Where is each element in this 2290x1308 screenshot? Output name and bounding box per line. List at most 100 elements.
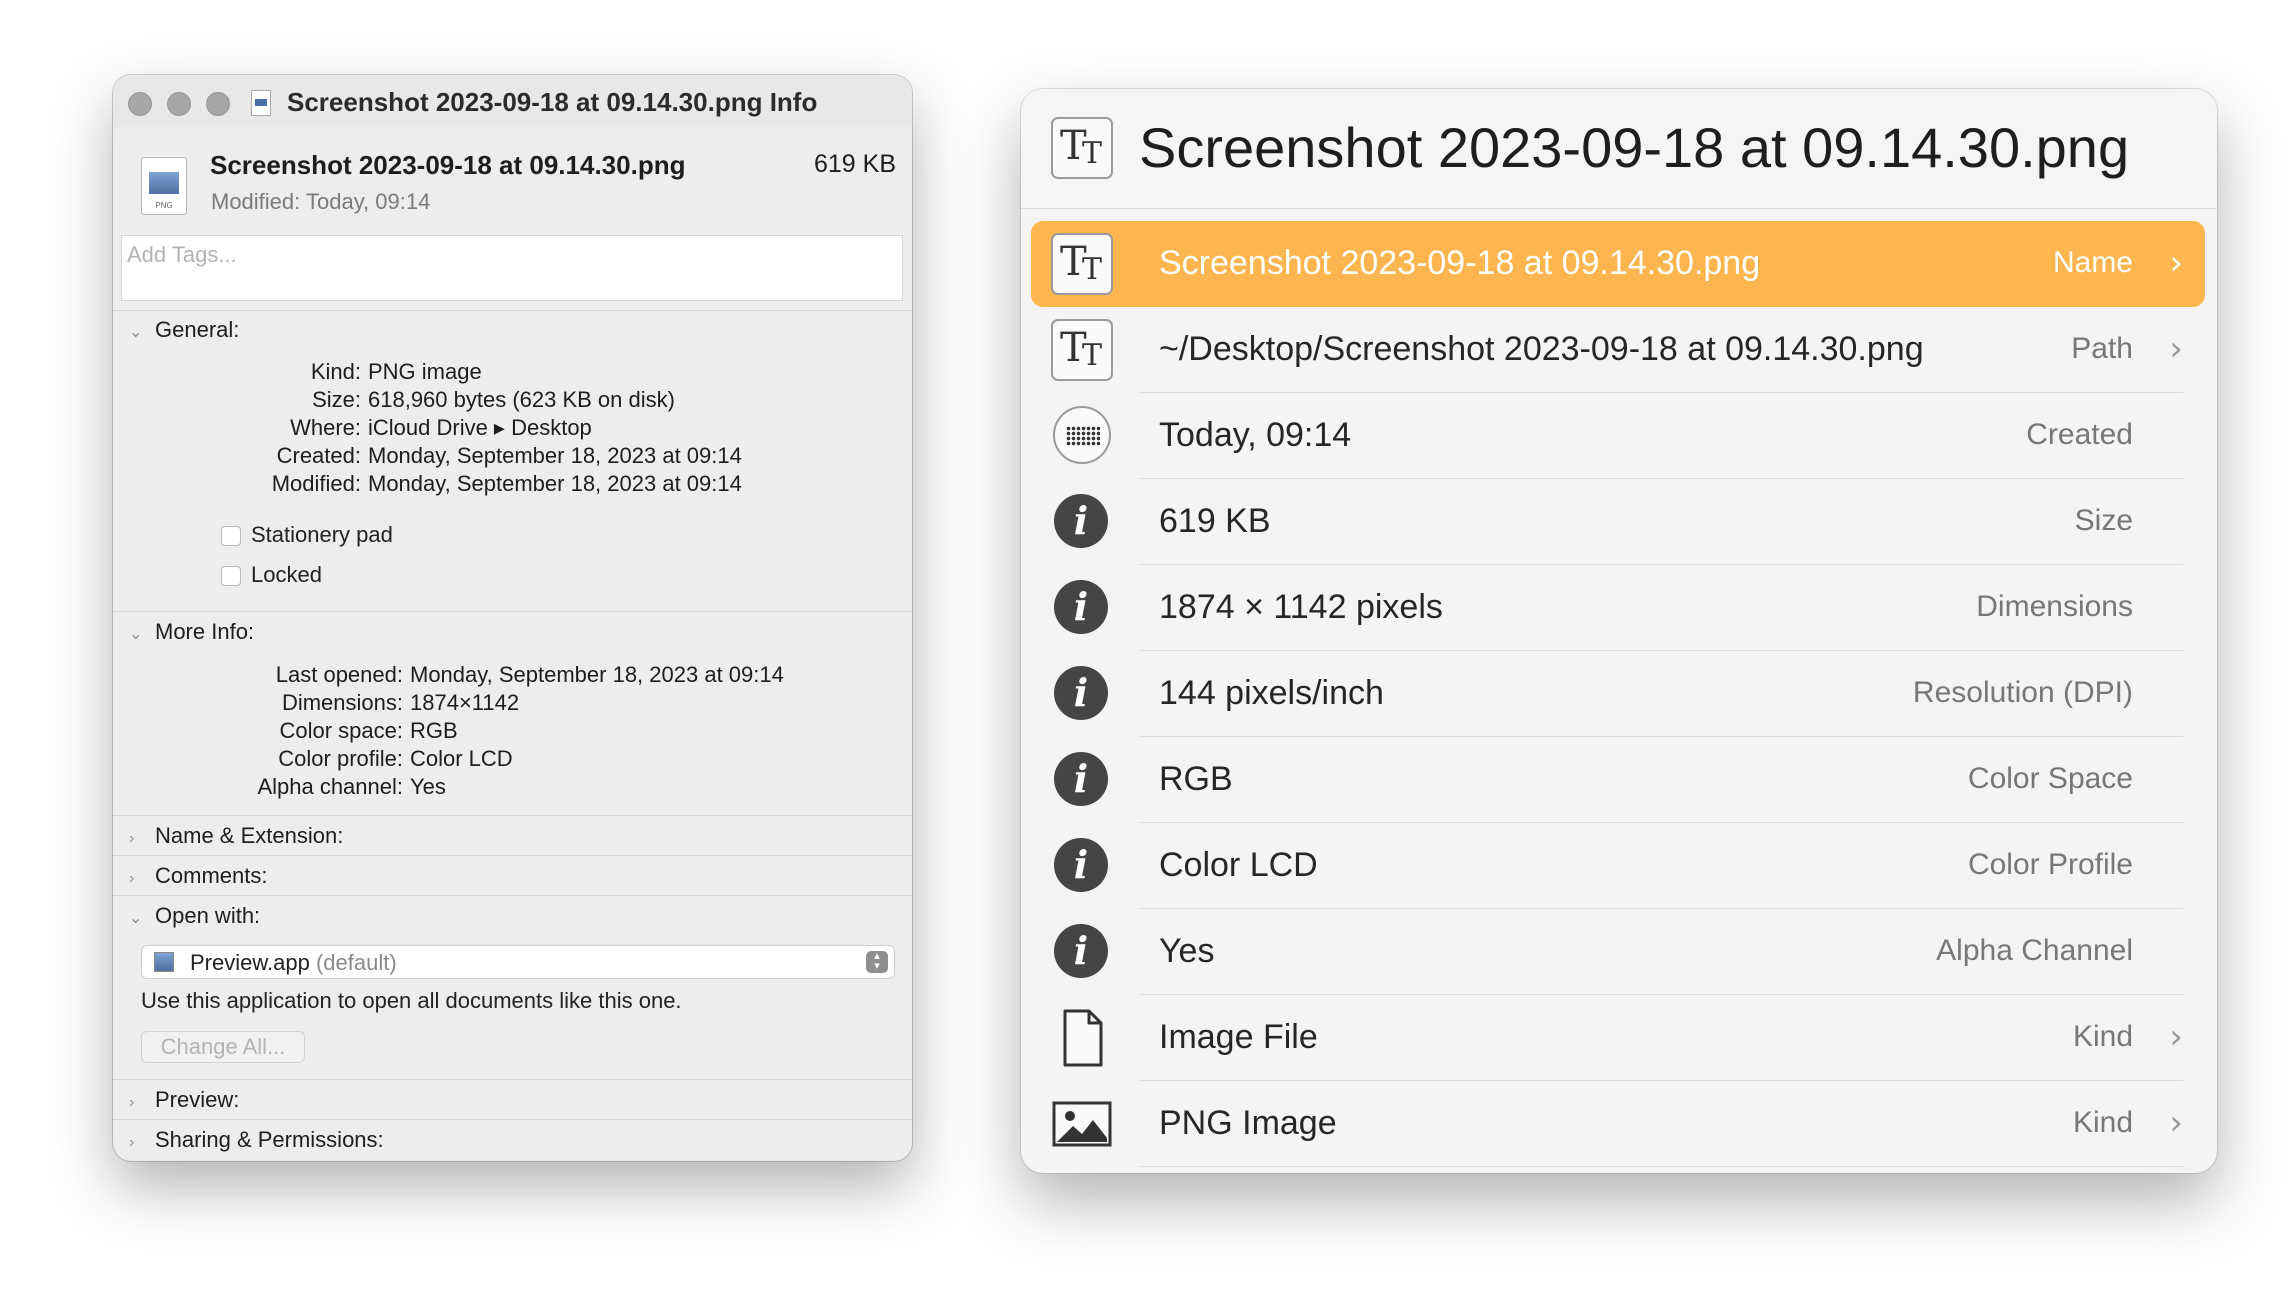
row-value: Image File xyxy=(1159,1018,1318,1056)
tags-field[interactable] xyxy=(121,235,903,301)
file-size: 619 KB xyxy=(813,150,896,178)
text-format-icon: TT xyxy=(1051,117,1113,179)
row-value: RGB xyxy=(1159,760,1233,798)
info-row: Kind: PNG image xyxy=(129,359,482,385)
image-icon xyxy=(1051,1093,1113,1155)
tags-input[interactable] xyxy=(122,236,881,274)
chevron-right-icon[interactable]: › xyxy=(2169,1017,2183,1057)
section-preview[interactable]: › Preview: xyxy=(129,1087,239,1113)
minimize-button[interactable] xyxy=(167,92,191,116)
info-key: Where: xyxy=(290,415,361,440)
section-sharing-permissions[interactable]: › Sharing & Permissions: xyxy=(129,1127,384,1153)
row-label: Created xyxy=(2026,418,2133,451)
row-value: Screenshot 2023-09-18 at 09.14.30.png xyxy=(1159,244,1761,282)
panel-row-alpha-channel[interactable]: i Yes Alpha Channel xyxy=(1031,909,2205,995)
row-divider xyxy=(1139,1166,2183,1167)
info-value: Color LCD xyxy=(410,746,513,771)
info-icon: i xyxy=(1054,924,1108,978)
row-label: Path xyxy=(2071,332,2133,365)
section-comments[interactable]: › Comments: xyxy=(129,863,267,889)
info-key: Color space: xyxy=(279,718,403,743)
panel-row-size[interactable]: i 619 KB Size xyxy=(1031,479,2205,565)
info-key: Dimensions: xyxy=(281,690,403,715)
section-more-info[interactable]: ⌄ More Info: xyxy=(129,619,254,645)
row-label: Color Profile xyxy=(1967,848,2133,881)
popup-stepper-icon: ▴ ▾ xyxy=(866,951,888,973)
section-open-with[interactable]: ⌄ Open with: xyxy=(129,903,260,929)
info-key: Last opened: xyxy=(275,662,403,687)
app-name: Preview.app xyxy=(190,950,310,975)
panel-row-path[interactable]: T T ~/Desktop/Screenshot 2023-09-18 at 09.… xyxy=(1031,307,2205,393)
row-value: 144 pixels/inch xyxy=(1159,674,1384,712)
chevron-right-icon: › xyxy=(129,1134,135,1151)
row-label: Name xyxy=(2052,246,2133,279)
panel-row-color-profile[interactable]: i Color LCD Color Profile xyxy=(1031,823,2205,909)
chevron-down-icon: ⌄ xyxy=(129,324,143,341)
panel-header: TT Screenshot 2023-09-18 at 09.14.30.png xyxy=(1021,89,2217,209)
chevron-right-icon: › xyxy=(129,1094,135,1111)
chevron-right-icon[interactable]: › xyxy=(2169,329,2183,369)
info-key: Modified: xyxy=(271,471,361,496)
open-with-description: Use this application to open all documen… xyxy=(141,988,682,1013)
modified-line: Modified: Today, 09:14 xyxy=(211,189,431,214)
locked-option[interactable]: Locked xyxy=(221,562,322,588)
info-icon: i xyxy=(1054,580,1108,634)
info-value: Monday, September 18, 2023 at 09:14 xyxy=(368,443,742,468)
info-key: Alpha channel: xyxy=(257,774,403,799)
panel-row-name[interactable]: T T Screenshot 2023-09-18 at 09.14.30.png N… xyxy=(1031,221,2205,307)
file-info-panel: TT Screenshot 2023-09-18 at 09.14.30.png… xyxy=(1021,89,2217,1173)
row-value: PNG Image xyxy=(1159,1104,1337,1142)
panel-row-dimensions[interactable]: i 1874 × 1142 pixels Dimensions xyxy=(1031,565,2205,651)
info-row: Color space: RGB xyxy=(123,718,457,744)
info-row: Alpha channel: Yes xyxy=(123,774,446,800)
info-value: Yes xyxy=(410,774,446,799)
info-row: Last opened: Monday, September 18, 2023 a… xyxy=(123,662,784,688)
title-bar: Screenshot 2023-09-18 at 09.14.30.png In… xyxy=(113,75,912,127)
stationery-pad-option[interactable]: Stationery pad xyxy=(221,522,393,548)
section-general[interactable]: ⌄ General: xyxy=(129,317,239,343)
info-row: Color profile: Color LCD xyxy=(123,746,513,772)
info-value: iCloud Drive ▸ Desktop xyxy=(368,415,592,440)
info-window: Screenshot 2023-09-18 at 09.14.30.png In… xyxy=(113,75,912,1161)
zoom-button[interactable] xyxy=(206,92,230,116)
preview-app-icon xyxy=(154,952,174,972)
stationery-pad-checkbox[interactable] xyxy=(221,526,241,546)
calendar-icon xyxy=(1053,406,1111,464)
panel-row-resolution-dpi[interactable]: i 144 pixels/inch Resolution (DPI) xyxy=(1031,651,2205,737)
file-name: Screenshot 2023-09-18 at 09.14.30.png xyxy=(210,150,686,180)
row-label: Kind xyxy=(2072,1106,2133,1139)
row-value: 619 KB xyxy=(1159,502,1271,540)
window-title: Screenshot 2023-09-18 at 09.14.30.png In… xyxy=(287,87,818,117)
row-label: Dimensions xyxy=(1976,590,2133,623)
row-label: Size xyxy=(2074,504,2133,537)
text-format-icon: TT xyxy=(1051,233,1113,295)
panel-row-kind[interactable]: Image File Kind › xyxy=(1031,995,2205,1081)
info-row: Modified: Monday, September 18, 2023 at 0… xyxy=(129,471,742,497)
open-with-popup[interactable]: Preview.app (default) ▴ ▾ xyxy=(141,945,895,979)
locked-checkbox[interactable] xyxy=(221,566,241,586)
section-name-extension[interactable]: › Name & Extension: xyxy=(129,823,343,849)
default-suffix: (default) xyxy=(315,950,397,975)
info-icon: i xyxy=(1054,666,1108,720)
change-all-button[interactable]: Change All... xyxy=(141,1031,305,1063)
info-icon: i xyxy=(1054,838,1108,892)
info-row: Where: iCloud Drive ▸ Desktop xyxy=(129,415,592,441)
document-icon xyxy=(1051,1007,1113,1069)
info-value: Monday, September 18, 2023 at 09:14 xyxy=(368,471,742,496)
close-button[interactable] xyxy=(128,92,152,116)
chevron-right-icon[interactable]: › xyxy=(2169,1103,2183,1143)
row-value: Today, 09:14 xyxy=(1159,416,1352,454)
info-icon: i xyxy=(1054,752,1108,806)
chevron-right-icon: › xyxy=(129,830,135,847)
document-icon xyxy=(251,90,271,116)
chevron-right-icon: › xyxy=(129,870,135,887)
row-label: Color Space xyxy=(1967,762,2133,795)
row-value: Yes xyxy=(1159,932,1215,970)
panel-row-created[interactable]: Today, 09:14 Created xyxy=(1031,393,2205,479)
info-key: Created: xyxy=(276,443,361,468)
chevron-right-icon[interactable]: › xyxy=(2169,243,2183,283)
info-icon: i xyxy=(1054,494,1108,548)
row-value: 1874 × 1142 pixels xyxy=(1159,588,1443,626)
panel-row-color-space[interactable]: i RGB Color Space xyxy=(1031,737,2205,823)
panel-row-kind[interactable]: PNG Image Kind › xyxy=(1031,1081,2205,1167)
